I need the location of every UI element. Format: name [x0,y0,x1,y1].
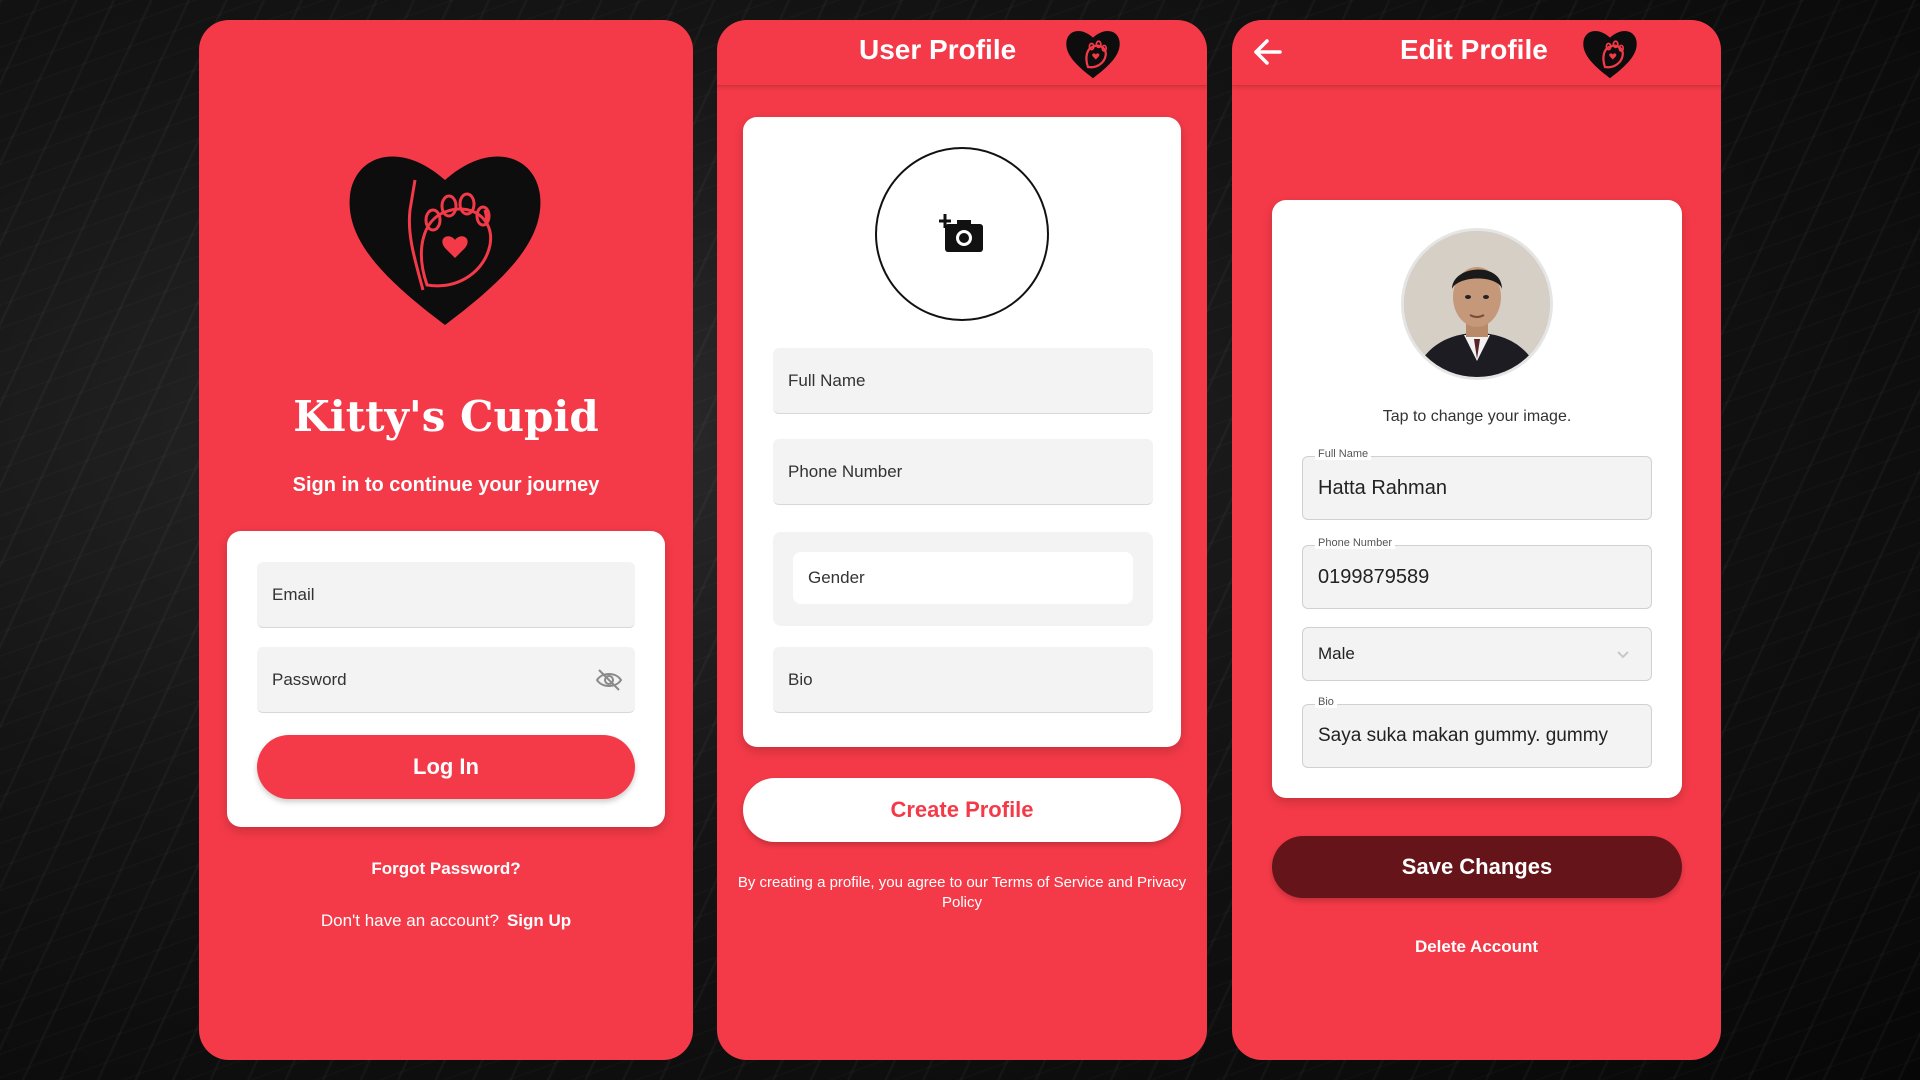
create-profile-button[interactable]: Create Profile [743,778,1181,842]
gender-select[interactable]: Male [1302,627,1652,681]
email-placeholder: Email [272,584,315,604]
bio-value: Saya suka makan gummy. gummy [1318,725,1609,746]
change-image-hint: Tap to change your image. [1382,408,1572,425]
terms-text: By creating a profile, you agree to our … [737,874,1187,911]
login-button[interactable]: Log In [257,735,635,799]
add-photo-button[interactable] [875,147,1049,321]
login-subtitle: Sign in to continue your journey [292,474,600,496]
bio-label: Bio [1315,696,1337,708]
page-title: User Profile [859,34,1017,65]
gender-select[interactable]: Gender [793,552,1133,604]
signup-row: Don't have an account? Sign Up [199,911,693,931]
create-profile-screen: User Profile Full Name Phone Number Gend… [717,20,1207,1060]
full-name-placeholder: Full Name [788,370,866,390]
password-field[interactable]: Password [257,647,635,713]
phone-number-label: Phone Number [1315,537,1395,549]
phone-number-field[interactable]: Phone Number [773,439,1153,505]
login-card: Email Password Log In [227,531,665,827]
full-name-field[interactable]: Full Name Hatta Rahman [1302,448,1652,520]
login-screen: Kitty's Cupid Sign in to continue your j… [199,20,693,1060]
full-name-value: Hatta Rahman [1318,476,1447,499]
header: Edit Profile [1232,20,1721,86]
chevron-down-icon [1617,651,1629,659]
avatar[interactable] [1401,228,1553,380]
full-name-label: Full Name [1315,448,1372,460]
arrow-left-icon[interactable] [1250,34,1286,70]
gender-placeholder: Gender [808,568,865,587]
gender-field-wrapper: Gender [773,532,1153,626]
heart-paw-icon [349,156,541,325]
password-placeholder: Password [272,669,347,689]
profile-form-card: Full Name Phone Number Gender Bio [743,117,1181,747]
phone-number-placeholder: Phone Number [788,461,903,481]
forgot-password-link[interactable]: Forgot Password? [199,859,693,879]
edit-profile-screen: Edit Profile Tap to change your image. F… [1232,20,1721,1060]
add-photo-icon [939,214,983,252]
heart-paw-icon [1066,31,1120,79]
phone-number-field[interactable]: Phone Number 0199879589 [1302,537,1652,609]
gender-value: Male [1318,644,1355,663]
eye-off-icon[interactable] [595,667,623,693]
app-title: Kitty's Cupid [293,392,599,441]
edit-profile-card: Tap to change your image. Full Name Hatt… [1272,200,1682,798]
full-name-field[interactable]: Full Name [773,348,1153,414]
delete-account-link[interactable]: Delete Account [1232,937,1721,957]
avatar-photo [1404,231,1550,377]
bio-field[interactable]: Bio [773,647,1153,713]
header: User Profile [717,20,1207,86]
signup-link[interactable]: Sign Up [507,911,571,930]
no-account-text: Don't have an account? [320,911,499,930]
page-title: Edit Profile [1400,34,1548,65]
heart-paw-icon [1583,31,1637,79]
phone-number-value: 0199879589 [1318,565,1430,588]
bio-field[interactable]: Bio Saya suka makan gummy. gummy [1302,696,1652,768]
save-changes-button[interactable]: Save Changes [1272,836,1682,898]
email-field[interactable]: Email [257,562,635,628]
bio-placeholder: Bio [788,669,813,689]
